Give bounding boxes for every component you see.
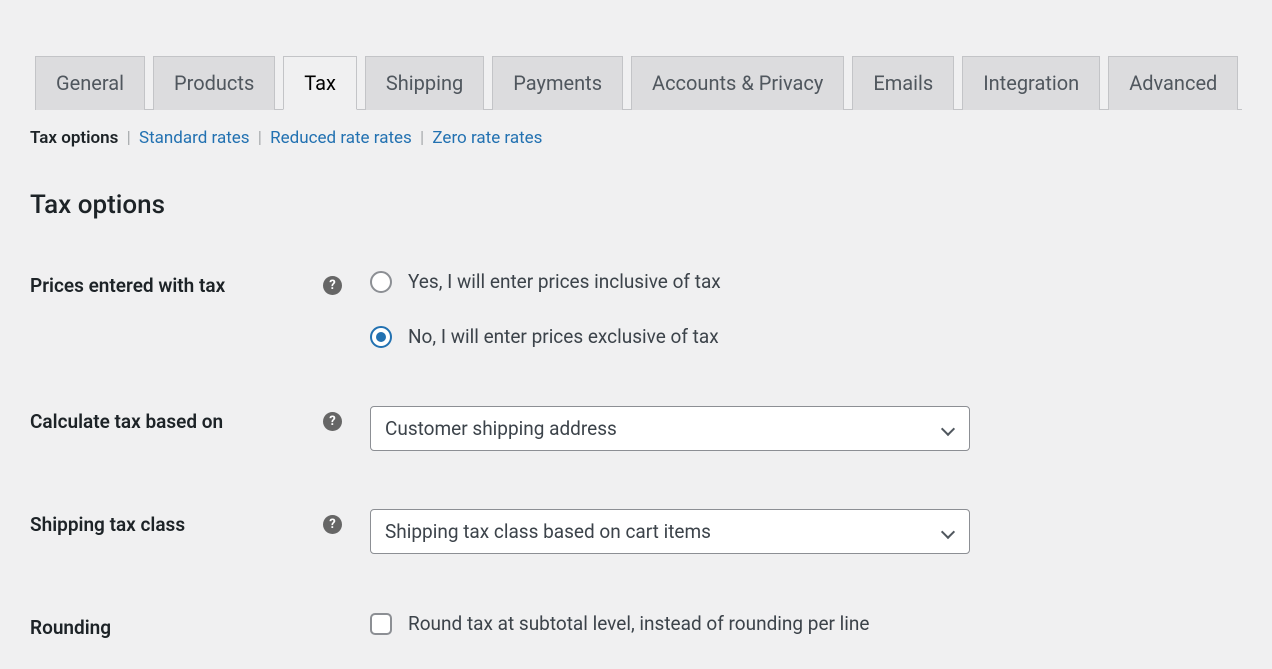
label-prices-entered-with-tax: Prices entered with tax — [30, 274, 313, 297]
secondary-subtabs: Tax options | Standard rates | Reduced r… — [30, 128, 1242, 148]
subtab-reduced-rate-rates[interactable]: Reduced rate rates — [270, 128, 412, 148]
separator: | — [127, 128, 131, 148]
chevron-down-icon — [941, 422, 955, 436]
radio-group-prices-with-tax: Yes, I will enter prices inclusive of ta… — [370, 270, 1242, 348]
separator: | — [420, 128, 424, 148]
tab-accounts-privacy[interactable]: Accounts & Privacy — [631, 56, 844, 110]
tab-products[interactable]: Products — [153, 56, 275, 110]
select-value: Shipping tax class based on cart items — [385, 520, 711, 543]
select-calculate-tax-based-on[interactable]: Customer shipping address — [370, 406, 970, 451]
select-shipping-tax-class[interactable]: Shipping tax class based on cart items — [370, 509, 970, 554]
help-icon[interactable]: ? — [323, 515, 342, 534]
section-title: Tax options — [30, 190, 1242, 220]
tab-tax[interactable]: Tax — [283, 56, 357, 110]
checkbox-icon — [370, 613, 392, 635]
subtab-zero-rate-rates[interactable]: Zero rate rates — [432, 128, 542, 148]
tab-emails[interactable]: Emails — [852, 56, 954, 110]
label-rounding: Rounding — [30, 616, 342, 639]
checkbox-label: Round tax at subtotal level, instead of … — [408, 612, 870, 635]
radio-option-no-exclusive[interactable]: No, I will enter prices exclusive of tax — [370, 325, 1242, 348]
tab-shipping[interactable]: Shipping — [365, 56, 484, 110]
separator: | — [258, 128, 262, 148]
radio-icon — [370, 326, 392, 348]
radio-icon — [370, 271, 392, 293]
tab-integration[interactable]: Integration — [962, 56, 1100, 110]
select-value: Customer shipping address — [385, 417, 617, 440]
help-icon[interactable]: ? — [323, 412, 342, 431]
label-shipping-tax-class: Shipping tax class — [30, 513, 313, 536]
subtab-tax-options[interactable]: Tax options — [30, 128, 118, 148]
chevron-down-icon — [941, 525, 955, 539]
radio-option-yes-inclusive[interactable]: Yes, I will enter prices inclusive of ta… — [370, 270, 1242, 293]
radio-label: Yes, I will enter prices inclusive of ta… — [408, 270, 721, 293]
help-icon[interactable]: ? — [323, 276, 342, 295]
primary-tabs: General Products Tax Shipping Payments A… — [35, 0, 1242, 110]
tab-advanced[interactable]: Advanced — [1108, 56, 1238, 110]
radio-label: No, I will enter prices exclusive of tax — [408, 325, 719, 348]
label-calculate-tax-based-on: Calculate tax based on — [30, 410, 313, 433]
tab-general[interactable]: General — [35, 56, 145, 110]
subtab-standard-rates[interactable]: Standard rates — [139, 128, 250, 148]
checkbox-rounding[interactable]: Round tax at subtotal level, instead of … — [370, 612, 1242, 635]
tab-payments[interactable]: Payments — [492, 56, 623, 110]
